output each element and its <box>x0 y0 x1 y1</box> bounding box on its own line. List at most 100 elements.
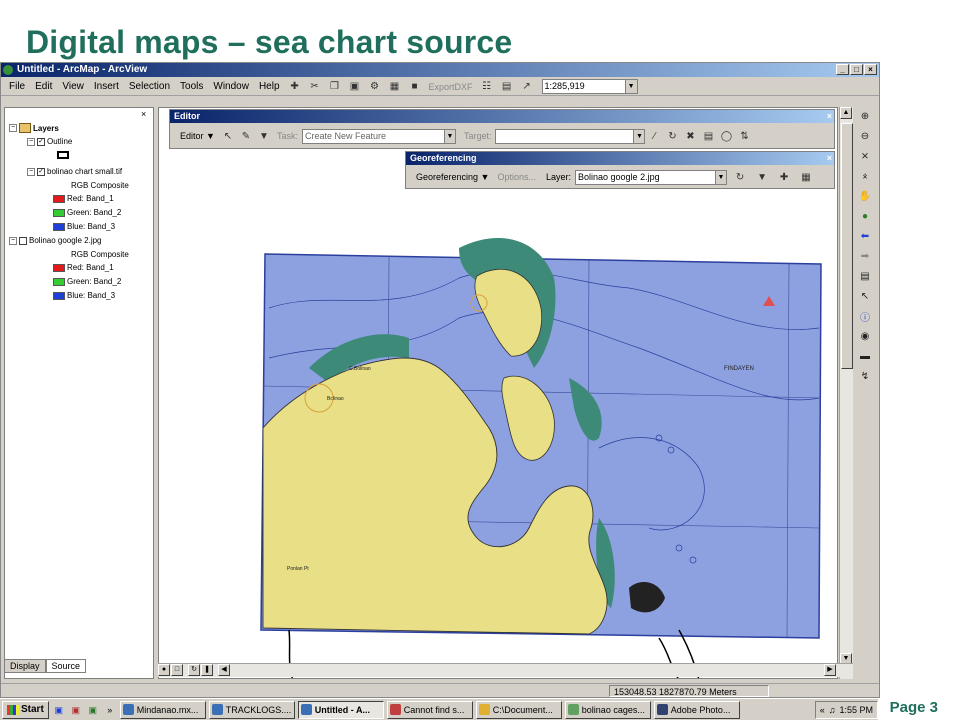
task-untitled[interactable]: Untitled - A... <box>297 700 384 719</box>
zoom-in-icon[interactable]: ⊕ <box>857 107 873 125</box>
paste-icon[interactable]: ▣ <box>347 80 363 94</box>
rotate-icon[interactable]: ↻ <box>732 170 748 184</box>
tab-display[interactable]: Display <box>4 659 46 673</box>
task-select[interactable]: Create New Feature ▼ <box>301 128 456 144</box>
menu-edit[interactable]: Edit <box>31 81 56 92</box>
task-cannot-find[interactable]: Cannot find s... <box>386 700 473 719</box>
outline-symbol[interactable] <box>57 151 69 159</box>
identify-icon[interactable]: ⓘ <box>857 307 873 325</box>
toc-layer-outline[interactable]: − ✓ Outline <box>27 137 72 146</box>
scroll-right-icon[interactable]: ▶ <box>824 664 836 676</box>
chevron-down-icon[interactable]: ▼ <box>754 170 770 184</box>
arrow-icon[interactable]: ↗ <box>519 80 535 94</box>
toc-layer-chart[interactable]: − ✓ bolinao chart small.tif <box>27 167 122 176</box>
menu-view[interactable]: View <box>58 81 88 92</box>
task-documents[interactable]: C:\Document... <box>475 700 562 719</box>
toc-close-icon[interactable]: × <box>141 109 146 119</box>
menu-selection[interactable]: Selection <box>125 81 174 92</box>
options-button[interactable]: Options... <box>497 172 536 182</box>
toc-layer-google[interactable]: − Bolinao google 2.jpg <box>9 236 102 245</box>
task-tracklogs[interactable]: TRACKLOGS.... <box>208 700 295 719</box>
back-arrow-icon[interactable]: ⬅ <box>857 227 873 245</box>
map-scale-select[interactable]: 1:285,919 ▼ <box>541 79 638 94</box>
task-photoshop[interactable]: Adobe Photo... <box>653 700 740 719</box>
data-view-icon[interactable]: ● <box>158 664 170 676</box>
copy-icon[interactable]: ❐ <box>327 80 343 94</box>
fixed-zoom-out-icon[interactable]: ⨰ <box>857 167 873 185</box>
rotate-tool-icon[interactable]: ↻ <box>664 129 680 143</box>
quicklaunch-icon[interactable]: ▣ <box>86 703 100 717</box>
full-extent-icon[interactable]: ● <box>857 207 873 225</box>
select-elements-icon[interactable]: ↖ <box>857 287 873 305</box>
collapse-icon[interactable]: − <box>9 124 17 132</box>
refresh-icon[interactable]: ↻ <box>188 664 200 676</box>
table-icon[interactable]: ▦ <box>387 80 403 94</box>
forward-arrow-icon[interactable]: ➡ <box>857 247 873 265</box>
tab-source[interactable]: Source <box>45 659 87 673</box>
tray-back-icon[interactable]: « <box>820 705 825 715</box>
layer-visibility-checkbox[interactable]: ✓ <box>37 137 45 146</box>
editor-menu-button[interactable]: Editor ▼ <box>176 131 219 141</box>
chevron-down-icon[interactable]: ▼ <box>624 80 637 93</box>
attributes-icon[interactable]: ▤ <box>700 129 716 143</box>
add-control-points-icon[interactable]: ✚ <box>776 170 792 184</box>
volume-icon[interactable]: ♫ <box>829 705 836 715</box>
toc-root[interactable]: − Layers <box>9 123 59 133</box>
chevron-down-icon[interactable]: ▼ <box>256 129 272 143</box>
menu-help[interactable]: Help <box>255 81 284 92</box>
pause-icon[interactable]: ❚ <box>201 664 213 676</box>
export-dxf-button[interactable]: ExportDXF <box>426 82 476 92</box>
pan-icon[interactable]: ✋ <box>857 187 873 205</box>
georeferencing-menu-button[interactable]: Georeferencing ▼ <box>412 172 493 182</box>
layer-visibility-checkbox[interactable]: ✓ <box>37 167 45 176</box>
layer-visibility-checkbox[interactable] <box>19 236 27 245</box>
start-button[interactable]: Start <box>2 700 49 719</box>
line-tool-icon[interactable]: ∕ <box>646 129 662 143</box>
collapse-icon[interactable]: − <box>27 167 35 176</box>
scroll-left-icon[interactable]: ◀ <box>218 664 230 676</box>
target-select[interactable]: ▼ <box>495 128 646 144</box>
collapse-icon[interactable]: − <box>27 137 35 146</box>
menu-file[interactable]: File <box>5 81 29 92</box>
hyperlink-icon[interactable]: ↯ <box>857 367 873 385</box>
measure-icon[interactable]: ▬ <box>857 347 873 365</box>
quicklaunch-icon[interactable]: ▣ <box>69 703 83 717</box>
sketch-properties-icon[interactable]: ◯ <box>718 129 734 143</box>
chevron-right-icon[interactable]: » <box>103 703 117 717</box>
layout-icon[interactable]: ▤ <box>499 80 515 94</box>
maximize-button[interactable]: □ <box>850 64 863 75</box>
close-button[interactable]: × <box>864 64 877 75</box>
close-icon[interactable]: × <box>827 110 832 123</box>
topology-icon[interactable]: ⇅ <box>736 129 752 143</box>
toolbox-icon[interactable]: ■ <box>407 80 423 94</box>
edit-tool-icon[interactable]: ↖ <box>220 129 236 143</box>
horizontal-scrollbar[interactable]: ● □ ↻ ❚ ◀ ▶ <box>158 663 853 677</box>
window-titlebar[interactable]: Untitled - ArcMap - ArcView _ □ × <box>1 63 879 77</box>
task-mindanao[interactable]: Mindanao.mx... <box>119 700 206 719</box>
scroll-thumb[interactable] <box>841 123 853 369</box>
vertical-scrollbar[interactable]: ▲ ▼ <box>839 107 853 679</box>
chevron-down-icon[interactable]: ▼ <box>633 129 645 143</box>
menu-tools[interactable]: Tools <box>176 81 207 92</box>
layout-view-icon[interactable]: □ <box>171 664 183 676</box>
collapse-icon[interactable]: − <box>9 236 17 245</box>
sketch-tool-icon[interactable]: ✎ <box>238 129 254 143</box>
minimize-button[interactable]: _ <box>836 64 849 75</box>
map-canvas[interactable]: FINDAYEN Bolinao C.Bolinao Ponlan Pt <box>158 107 838 679</box>
cut-icon[interactable]: ✂ <box>307 80 323 94</box>
fixed-zoom-in-icon[interactable]: ⨯ <box>857 147 873 165</box>
task-bolinao-cages[interactable]: bolinao cages... <box>564 700 651 719</box>
link-table-icon[interactable]: ▦ <box>798 170 814 184</box>
menu-window[interactable]: Window <box>209 81 253 92</box>
grid-icon[interactable]: ☷ <box>479 80 495 94</box>
chevron-down-icon[interactable]: ▼ <box>443 129 455 143</box>
quicklaunch-icon[interactable]: ▣ <box>52 703 66 717</box>
select-features-icon[interactable]: ▤ <box>857 267 873 285</box>
menu-insert[interactable]: Insert <box>90 81 123 92</box>
zoom-out-icon[interactable]: ⊖ <box>857 127 873 145</box>
close-icon[interactable]: × <box>827 152 832 165</box>
identify-icon[interactable]: ⚙ <box>367 80 383 94</box>
georef-layer-select[interactable]: Bolinao google 2.jpg ▼ <box>575 169 728 185</box>
find-icon[interactable]: ◉ <box>857 327 873 345</box>
chevron-down-icon[interactable]: ▼ <box>715 170 727 184</box>
